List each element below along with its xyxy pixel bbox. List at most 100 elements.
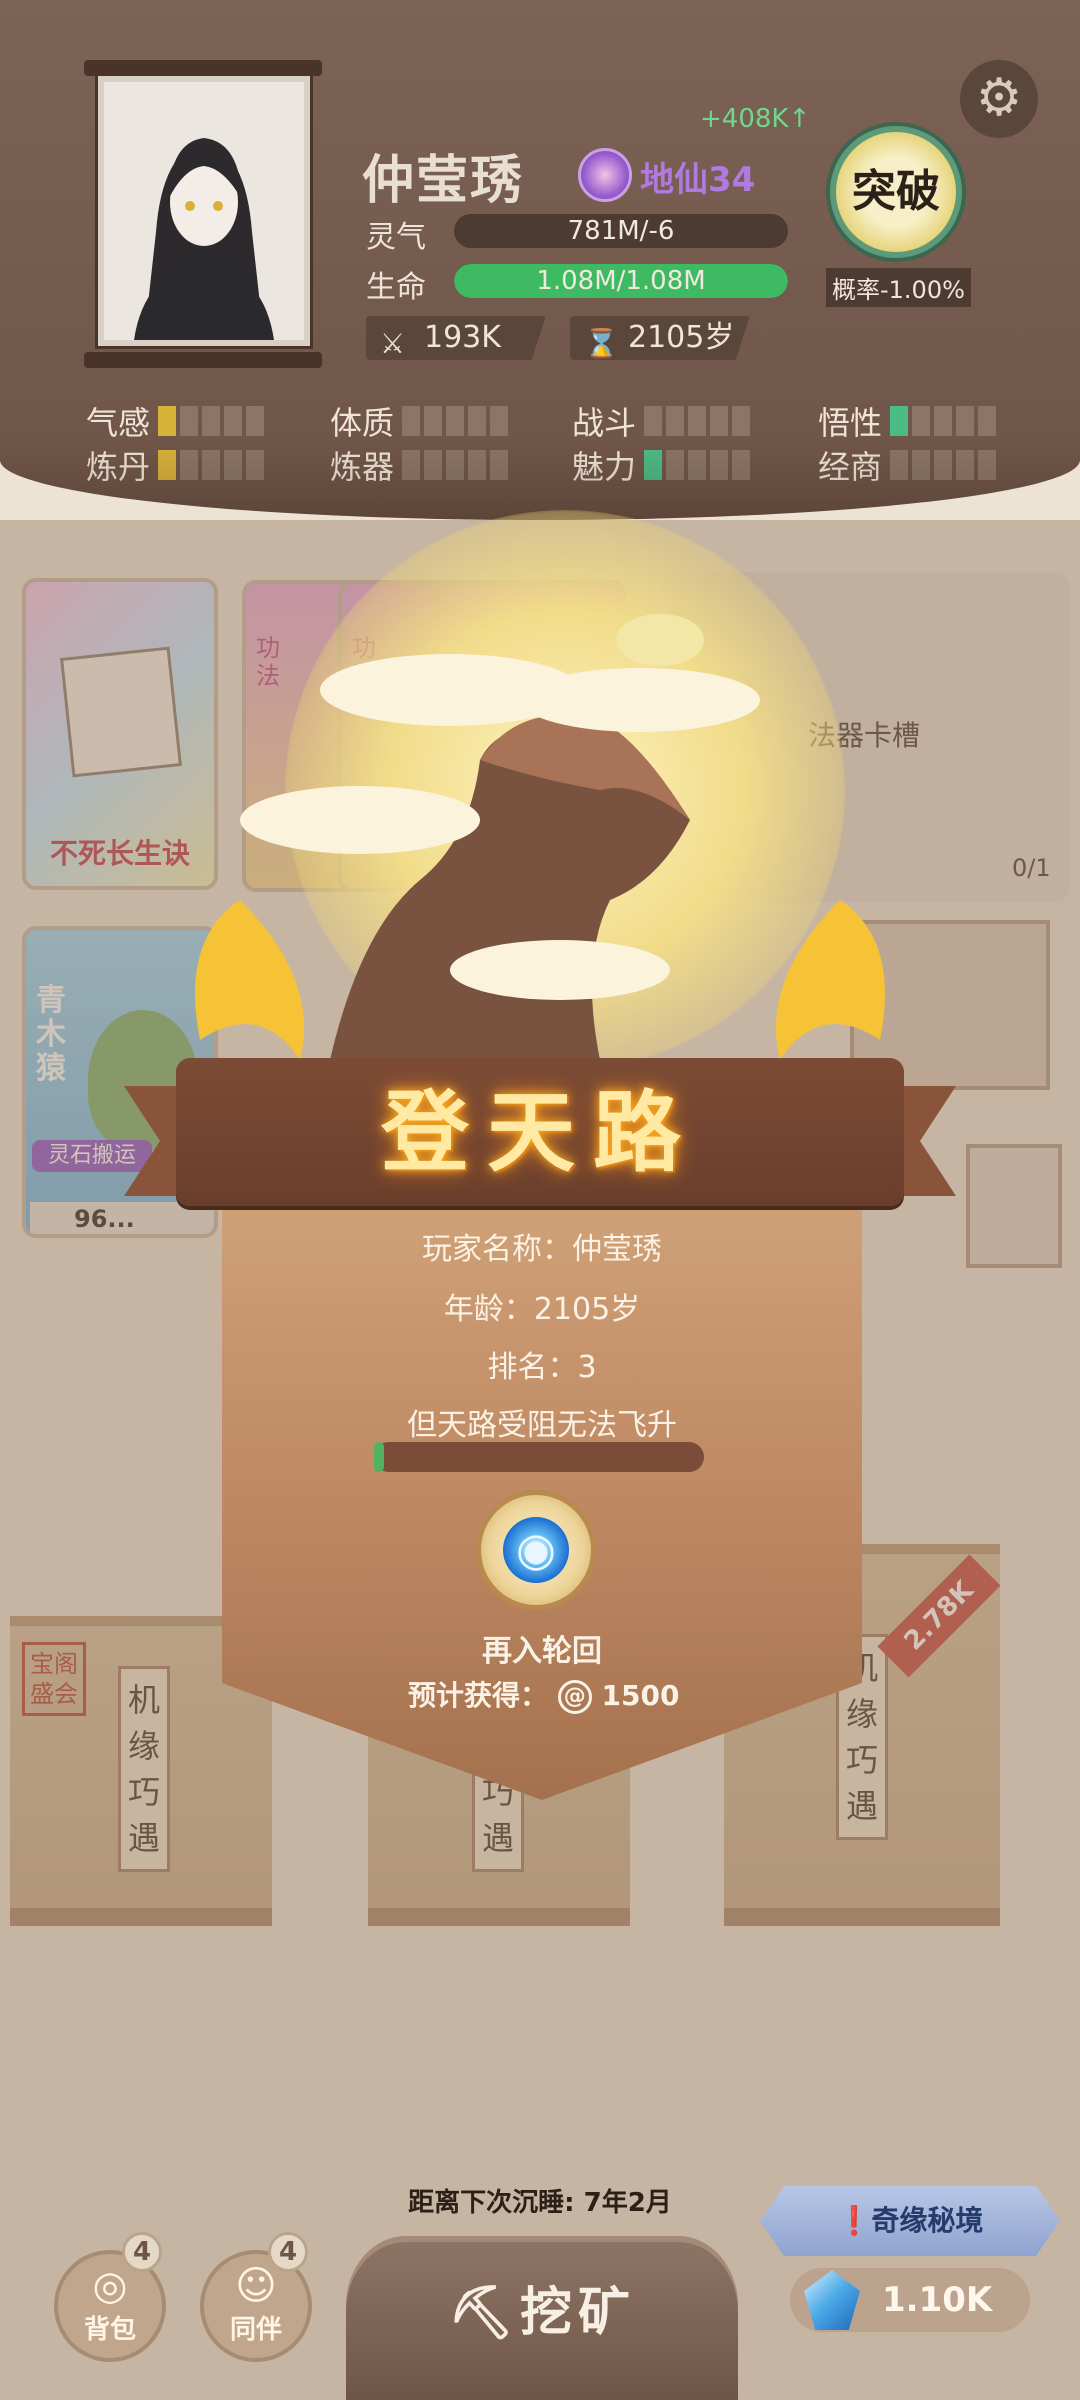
attribute-label: 炼器 bbox=[330, 448, 395, 486]
reward-prefix: 预计获得： bbox=[408, 1679, 549, 1712]
attribute-pip bbox=[158, 450, 177, 480]
attribute-pip bbox=[710, 406, 729, 436]
attribute-pip bbox=[890, 450, 909, 480]
gear-icon[interactable]: ⚙ bbox=[960, 60, 1038, 138]
attribute-0: 气感 bbox=[86, 398, 265, 444]
attribute-1: 体质 bbox=[330, 398, 509, 444]
modal-status: 但天路受阻无法飞升 bbox=[407, 1408, 677, 1443]
life-label: 生命 bbox=[366, 270, 426, 305]
attribute-label: 炼丹 bbox=[86, 448, 151, 486]
attribute-pip bbox=[446, 450, 465, 480]
attribute-pip bbox=[180, 450, 199, 480]
attribute-label: 悟性 bbox=[818, 404, 883, 442]
attribute-pip bbox=[644, 450, 663, 480]
attribute-pips bbox=[158, 406, 265, 436]
reward-value: 1500 bbox=[601, 1679, 680, 1712]
modal-player-name: 玩家名称：仲莹琇 bbox=[422, 1232, 662, 1267]
modal-rank: 排名：3 bbox=[487, 1350, 597, 1385]
attribute-pip bbox=[224, 450, 243, 480]
realm-level: 地仙34 bbox=[640, 160, 756, 200]
attribute-pips bbox=[158, 450, 265, 480]
attribute-pip bbox=[202, 450, 221, 480]
age-chip: ⌛ 2105岁 bbox=[570, 316, 750, 360]
qi-value: 781M/-6 bbox=[567, 216, 675, 246]
attribute-pip bbox=[246, 406, 265, 436]
attribute-pip bbox=[644, 406, 663, 436]
attribute-pip bbox=[688, 406, 707, 436]
pickaxe-icon: ⛏ bbox=[447, 2283, 520, 2343]
qi-label: 灵气 bbox=[366, 220, 426, 255]
attribute-label: 气感 bbox=[86, 404, 151, 442]
breakthrough-button[interactable]: 突破 bbox=[830, 126, 962, 258]
backpack-label: 背包 bbox=[83, 2315, 136, 2345]
mine-label-text: 挖矿 bbox=[520, 2283, 637, 2343]
attribute-label: 经商 bbox=[818, 448, 883, 486]
attribute-pip bbox=[890, 406, 909, 436]
attribute-label: 体质 bbox=[330, 404, 395, 442]
attribute-pip bbox=[446, 406, 465, 436]
heaven-glow bbox=[285, 510, 845, 1070]
attribute-pip bbox=[710, 450, 729, 480]
hourglass-icon: ⌛ bbox=[584, 327, 619, 360]
mine-label[interactable]: ⛏挖矿 bbox=[346, 2270, 738, 2345]
attribute-label: 魅力 bbox=[572, 448, 637, 486]
scroll-rod-bottom bbox=[84, 352, 322, 368]
spiral-icon: @ bbox=[557, 1680, 592, 1714]
alert-icon: ❗ bbox=[836, 2204, 872, 2237]
attribute-pip bbox=[224, 406, 243, 436]
attribute-pip bbox=[202, 406, 221, 436]
power-chip: ⚔ 193K bbox=[366, 316, 546, 360]
attribute-pip bbox=[666, 406, 685, 436]
modal-title: 登天路 bbox=[380, 1080, 699, 1184]
attribute-pip bbox=[978, 450, 997, 480]
attribute-pip bbox=[402, 450, 421, 480]
attribute-6: 魅力 bbox=[572, 442, 751, 488]
attribute-pip bbox=[978, 406, 997, 436]
rebirth-button[interactable]: ◉ bbox=[476, 1490, 596, 1610]
attribute-pip bbox=[912, 450, 931, 480]
player-portrait[interactable] bbox=[98, 76, 310, 346]
life-bar: 1.08M/1.08M bbox=[454, 264, 788, 298]
scroll-rod-top bbox=[84, 60, 322, 76]
attribute-label: 战斗 bbox=[572, 404, 637, 442]
attribute-pip bbox=[180, 406, 199, 436]
attribute-3: 悟性 bbox=[818, 398, 997, 444]
attribute-pip bbox=[732, 450, 751, 480]
attribute-pips bbox=[644, 406, 751, 436]
attribute-pip bbox=[246, 450, 265, 480]
attribute-pip bbox=[468, 406, 487, 436]
rebirth-label: 再入轮回 bbox=[482, 1634, 602, 1669]
realm-icon bbox=[578, 148, 632, 202]
reward-row: 预计获得： @ 1500 bbox=[408, 1674, 679, 1714]
ascension-progress-fill bbox=[374, 1442, 384, 1472]
attribute-2: 战斗 bbox=[572, 398, 751, 444]
attribute-pips bbox=[890, 450, 997, 480]
secret-realm-label: 奇缘秘境 bbox=[871, 2204, 984, 2237]
attribute-pip bbox=[424, 450, 443, 480]
attribute-pip bbox=[688, 450, 707, 480]
attribute-pip bbox=[402, 406, 421, 436]
ascension-progress bbox=[374, 1442, 704, 1472]
life-value: 1.08M/1.08M bbox=[536, 266, 706, 296]
secret-realm-button[interactable]: ❗奇缘秘境 bbox=[760, 2186, 1060, 2256]
crossed-swords-icon: ⚔ bbox=[380, 327, 406, 360]
attribute-pips bbox=[644, 450, 751, 480]
backpack-badge: 4 bbox=[122, 2232, 162, 2272]
age-value: 2105岁 bbox=[628, 320, 735, 355]
attribute-pips bbox=[402, 450, 509, 480]
attribute-pips bbox=[402, 406, 509, 436]
attribute-pip bbox=[934, 450, 953, 480]
attribute-7: 经商 bbox=[818, 442, 997, 488]
attribute-pip bbox=[490, 406, 509, 436]
attribute-pip bbox=[468, 450, 487, 480]
attribute-pips bbox=[890, 406, 997, 436]
breakthrough-rate: 概率-1.00% bbox=[826, 268, 971, 307]
player-header: 仲莹琇 地仙34 +408K↑ 灵气 781M/-6 生命 1.08M/1.08… bbox=[0, 0, 1080, 520]
player-name: 仲莹琇 bbox=[362, 151, 525, 211]
attribute-pip bbox=[934, 406, 953, 436]
attribute-pip bbox=[424, 406, 443, 436]
attribute-pip bbox=[158, 406, 177, 436]
companion-badge: 4 bbox=[268, 2232, 308, 2272]
attribute-pip bbox=[912, 406, 931, 436]
attribute-pip bbox=[732, 406, 751, 436]
